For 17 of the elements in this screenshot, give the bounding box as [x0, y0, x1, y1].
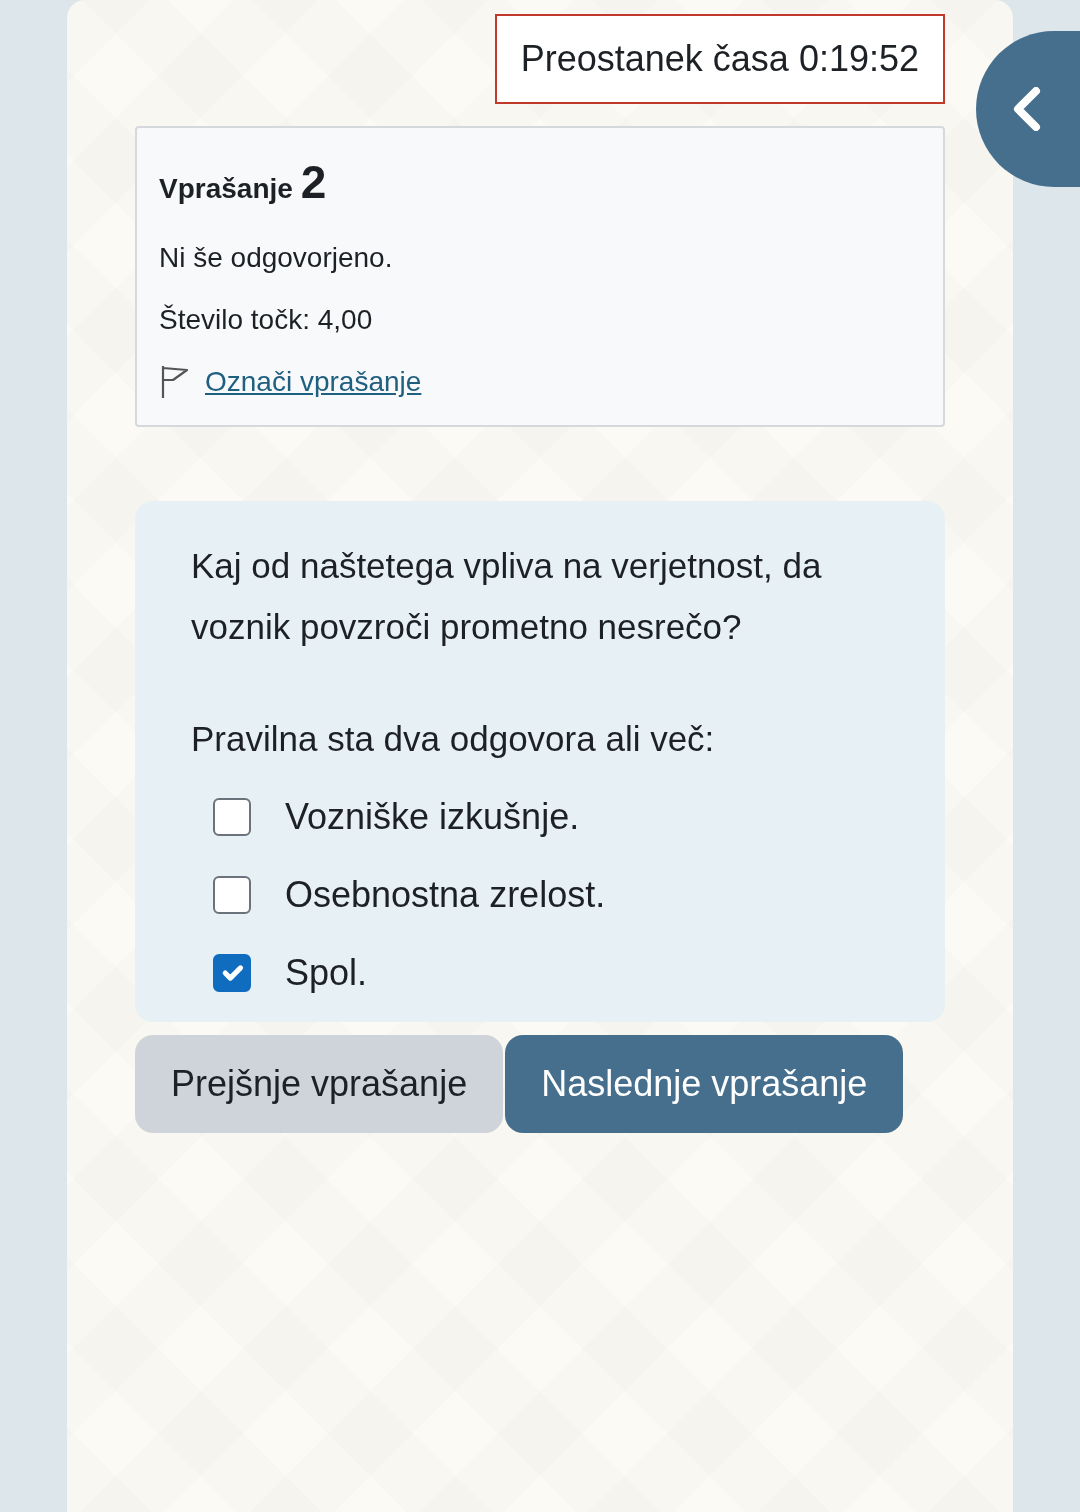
answer-label: Vozniške izkušnje.: [285, 794, 580, 839]
question-label: Vprašanje: [159, 172, 293, 206]
previous-button[interactable]: Prejšnje vprašanje: [135, 1034, 504, 1133]
answer-label: Spol.: [285, 950, 368, 995]
marks-text: Število točk: 4,00: [159, 303, 374, 337]
answer-checkbox[interactable]: [213, 953, 251, 992]
answer-checkbox[interactable]: [213, 797, 251, 836]
next-button[interactable]: Naslednje vprašanje: [505, 1034, 904, 1133]
answer-label: Osebnostna zrelost.: [285, 872, 606, 917]
question-text: Kaj od naštetega vpliva na verjetnost, da voznik povzroči prometno nesrečo?: [191, 545, 823, 648]
answer-checkbox[interactable]: [213, 875, 251, 914]
question-number: 2: [300, 155, 327, 210]
chevron-left-icon: [1012, 87, 1042, 131]
flag-question-link[interactable]: Označi vprašanje: [205, 361, 422, 403]
answer-prompt: Pravilna sta dva odgovora ali več:: [191, 718, 716, 760]
timer: Preostanek časa 0:19:52: [494, 14, 945, 104]
status-text: Ni še odgovorjeno.: [159, 241, 394, 275]
